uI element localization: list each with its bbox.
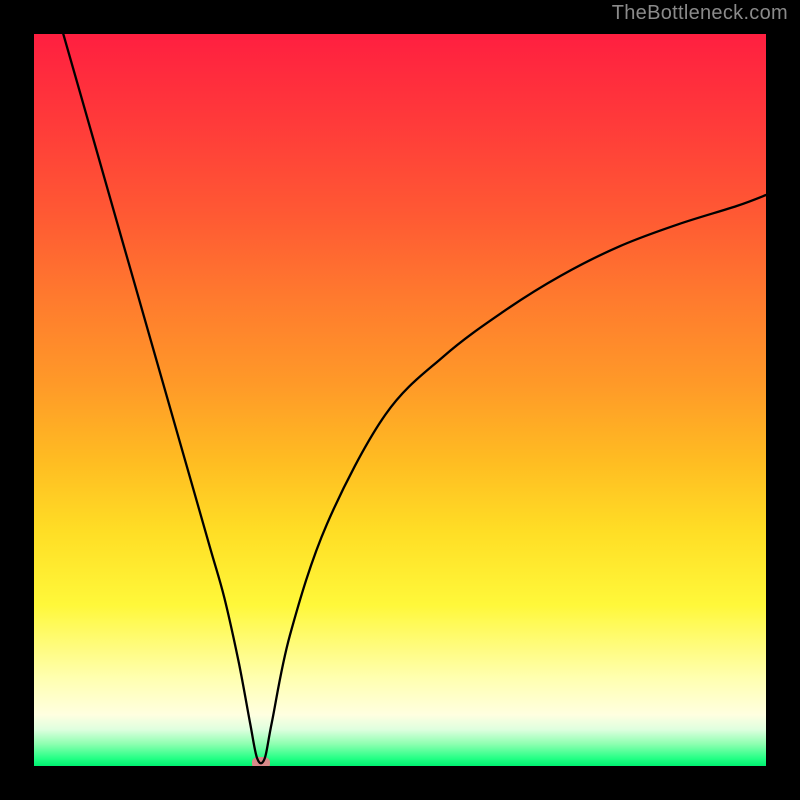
chart-frame: TheBottleneck.com bbox=[0, 0, 800, 800]
watermark-text: TheBottleneck.com bbox=[612, 2, 788, 25]
plot-area bbox=[34, 34, 766, 766]
bottleneck-curve bbox=[34, 34, 766, 766]
